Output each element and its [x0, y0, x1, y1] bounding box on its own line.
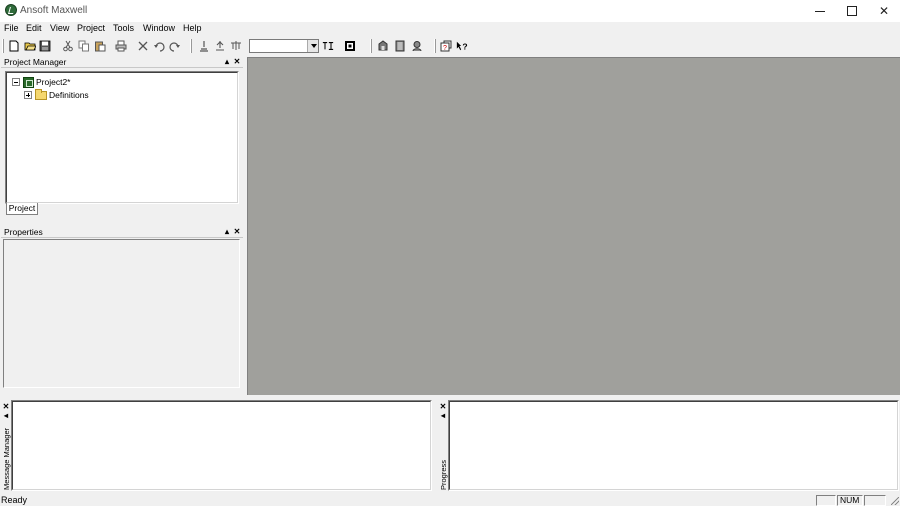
app-logo-icon — [5, 4, 17, 16]
toolbar-grip[interactable] — [370, 39, 372, 53]
menu-edit[interactable]: Edit — [26, 23, 42, 33]
cut-icon[interactable] — [62, 40, 74, 52]
close-button[interactable]: ✕ — [868, 0, 900, 22]
project-tree[interactable]: Project2* Definitions — [6, 72, 238, 203]
tab-project[interactable]: Project — [6, 203, 38, 215]
resize-grip-icon[interactable] — [891, 497, 899, 505]
mdi-workspace[interactable] — [247, 57, 900, 395]
close-panel-icon[interactable]: ✕ — [2, 402, 10, 411]
collapse-panel-icon[interactable]: ◂ — [2, 411, 10, 420]
validate-icon[interactable] — [344, 40, 356, 52]
undo-icon[interactable] — [153, 40, 165, 52]
toolbar: ? ? — [0, 37, 900, 55]
insert-icon-3[interactable] — [230, 40, 242, 52]
expand-tree-icon[interactable] — [24, 91, 32, 99]
menu-tools[interactable]: Tools — [113, 23, 134, 33]
fields-icon[interactable] — [411, 40, 423, 52]
menu-bar: File Edit View Project Tools Window Help — [0, 22, 900, 36]
properties-header: Properties ▴ ✕ — [1, 227, 243, 238]
project-icon — [23, 76, 34, 88]
new-icon[interactable] — [8, 40, 20, 52]
insert-icon-1[interactable] — [198, 40, 210, 52]
window-title: Ansoft Maxwell — [20, 5, 88, 16]
progress-frame — [448, 400, 899, 491]
toolbar-grip[interactable] — [190, 39, 192, 53]
tree-item-project[interactable]: Project2* — [12, 76, 71, 88]
redo-icon[interactable] — [169, 40, 181, 52]
message-manager-frame — [11, 400, 432, 491]
toolbar-grip[interactable] — [434, 39, 436, 53]
about-icon[interactable]: ? — [440, 40, 452, 52]
delete-icon[interactable] — [137, 40, 149, 52]
collapse-panel-icon[interactable]: ◂ — [439, 411, 447, 420]
chevron-down-icon[interactable] — [307, 40, 318, 52]
tree-item-label: Project2* — [36, 77, 71, 87]
minimize-button[interactable] — [804, 0, 836, 22]
close-panel-icon[interactable]: ✕ — [233, 57, 241, 66]
save-icon[interactable] — [39, 40, 51, 52]
tree-item-label: Definitions — [49, 90, 89, 100]
project-tree-frame: Project2* Definitions — [5, 71, 239, 204]
open-icon[interactable] — [24, 40, 36, 52]
design-icon[interactable] — [322, 40, 336, 52]
context-help-icon[interactable]: ? — [456, 40, 470, 52]
status-cell-num: NUM — [837, 495, 863, 506]
menu-file[interactable]: File — [4, 23, 19, 33]
copy-icon[interactable] — [78, 40, 90, 52]
toolbar-combo[interactable] — [249, 39, 319, 53]
menu-view[interactable]: View — [50, 23, 69, 33]
message-manager-pane[interactable] — [12, 401, 431, 490]
paste-icon[interactable] — [94, 40, 106, 52]
properties-title: Properties — [4, 227, 43, 237]
results-icon[interactable] — [394, 40, 406, 52]
analyze-icon[interactable] — [377, 40, 389, 52]
insert-icon-2[interactable] — [214, 40, 226, 52]
menu-window[interactable]: Window — [143, 23, 175, 33]
title-bar: Ansoft Maxwell ✕ — [0, 0, 900, 22]
maximize-button[interactable] — [836, 0, 868, 22]
svg-text:?: ? — [443, 45, 447, 52]
properties-pane[interactable] — [3, 239, 240, 388]
menu-help[interactable]: Help — [183, 23, 202, 33]
collapse-panel-icon[interactable]: ▴ — [223, 227, 231, 236]
status-cell-caps — [816, 495, 836, 506]
message-manager-title: Message Manager — [2, 427, 11, 490]
progress-title: Progress — [439, 459, 448, 490]
status-cell-scroll — [864, 495, 886, 506]
progress-strip: ✕ ◂ Progress — [438, 400, 448, 492]
folder-icon — [35, 89, 47, 100]
progress-pane[interactable] — [449, 401, 898, 490]
status-text: Ready — [1, 495, 28, 505]
message-manager-strip: ✕ ◂ Message Manager — [1, 400, 11, 492]
close-panel-icon[interactable]: ✕ — [439, 402, 447, 411]
tree-item-definitions[interactable]: Definitions — [24, 89, 89, 101]
collapse-panel-icon[interactable]: ▴ — [223, 57, 231, 66]
menu-project[interactable]: Project — [77, 23, 105, 33]
close-panel-icon[interactable]: ✕ — [233, 227, 241, 236]
toolbar-grip[interactable] — [2, 39, 4, 53]
project-manager-title: Project Manager — [4, 57, 67, 67]
svg-text:?: ? — [462, 41, 467, 51]
project-manager-header: Project Manager ▴ ✕ — [1, 57, 243, 68]
collapse-tree-icon[interactable] — [12, 78, 20, 86]
print-icon[interactable] — [115, 40, 127, 52]
status-bar: Ready NUM — [0, 494, 900, 506]
